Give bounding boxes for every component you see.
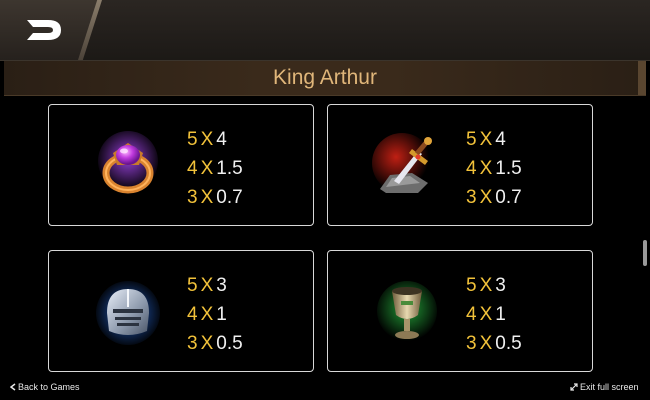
symbol-count: 5	[466, 129, 477, 150]
exit-fullscreen-link[interactable]: Exit full screen	[570, 380, 639, 394]
payout-row: 3 X 0.7	[187, 183, 297, 212]
symbol-count: 4	[187, 158, 198, 179]
payout-list: 5X4 4 X 1.5 3 X 0.7	[466, 125, 576, 212]
payout-row: 4 X 1.5	[466, 154, 576, 183]
payout-row: 5X4	[187, 125, 297, 154]
times-sign: X	[479, 275, 493, 296]
symbol-count: 3	[187, 333, 198, 354]
back-to-games-link[interactable]: Back to Games	[9, 380, 80, 394]
symbol-count: 5	[187, 275, 198, 296]
payout-value: 3	[495, 275, 506, 296]
times-sign: X	[200, 187, 214, 208]
symbol-count: 3	[466, 333, 477, 354]
back-to-games-label: Back to Games	[18, 382, 80, 392]
payout-list: 5X3 4X1 3 X 0.5	[187, 271, 297, 358]
symbol-count: 4	[466, 304, 477, 325]
page-title: King Arthur	[273, 66, 377, 89]
times-sign: X	[200, 275, 214, 296]
payout-value: 1.5	[495, 158, 522, 179]
payout-row: 3 X 0.5	[466, 329, 576, 358]
title-bar: King Arthur	[4, 61, 646, 96]
times-sign: X	[479, 158, 493, 179]
payout-value: 0.7	[216, 187, 243, 208]
paytable-card-ring: 5X4 4 X 1.5 3 X 0.7	[48, 104, 314, 226]
symbol-count: 3	[187, 187, 198, 208]
payout-row: 4X1	[187, 300, 297, 329]
payout-row: 4 X 1.5	[187, 154, 297, 183]
back-arrow-icon[interactable]	[24, 16, 64, 44]
payout-value: 4	[495, 129, 506, 150]
times-sign: X	[200, 304, 214, 325]
symbol-count: 4	[466, 158, 477, 179]
symbol-count: 5	[187, 129, 198, 150]
payout-list: 5X4 4 X 1.5 3 X 0.7	[187, 125, 297, 212]
knight-helmet-icon	[96, 281, 160, 345]
sword-in-stone-icon	[372, 133, 432, 193]
times-sign: X	[200, 158, 214, 179]
paytable-card-grail: 5X3 4X1 3 X 0.5	[327, 250, 593, 372]
exit-fullscreen-icon	[570, 383, 578, 391]
payout-value: 1	[216, 304, 227, 325]
paytable-card-helmet: 5X3 4X1 3 X 0.5	[48, 250, 314, 372]
chevron-left-icon	[9, 383, 16, 391]
exit-fullscreen-label: Exit full screen	[580, 382, 639, 392]
paytable-card-sword: 5X4 4 X 1.5 3 X 0.7	[327, 104, 593, 226]
scrollbar[interactable]	[643, 100, 647, 370]
symbol-count: 4	[187, 304, 198, 325]
payout-value: 1.5	[216, 158, 243, 179]
times-sign: X	[200, 129, 214, 150]
times-sign: X	[479, 129, 493, 150]
payout-value: 0.7	[495, 187, 522, 208]
symbol-count: 3	[466, 187, 477, 208]
scrollbar-thumb[interactable]	[643, 240, 647, 266]
top-bar	[0, 0, 650, 61]
times-sign: X	[479, 333, 493, 354]
payout-row: 3 X 0.5	[187, 329, 297, 358]
payout-value: 0.5	[216, 333, 243, 354]
payout-list: 5X3 4X1 3 X 0.5	[466, 271, 576, 358]
times-sign: X	[200, 333, 214, 354]
holy-grail-icon	[377, 281, 437, 341]
symbol-count: 5	[466, 275, 477, 296]
payout-value: 1	[495, 304, 506, 325]
payout-row: 5X3	[466, 271, 576, 300]
payout-row: 5X3	[187, 271, 297, 300]
payout-value: 3	[216, 275, 227, 296]
game-frame: King Arthur 5X4 4 X 1.5 3 X 0.7 5 X 4 4 …	[0, 0, 650, 400]
payout-value: 0.5	[495, 333, 522, 354]
times-sign: X	[479, 304, 493, 325]
times-sign: X	[479, 187, 493, 208]
magic-ring-icon	[98, 131, 158, 194]
payout-value: 4	[216, 129, 227, 150]
payout-row: 5X4	[466, 125, 576, 154]
payout-row: 4X1	[466, 300, 576, 329]
payout-row: 3 X 0.7	[466, 183, 576, 212]
